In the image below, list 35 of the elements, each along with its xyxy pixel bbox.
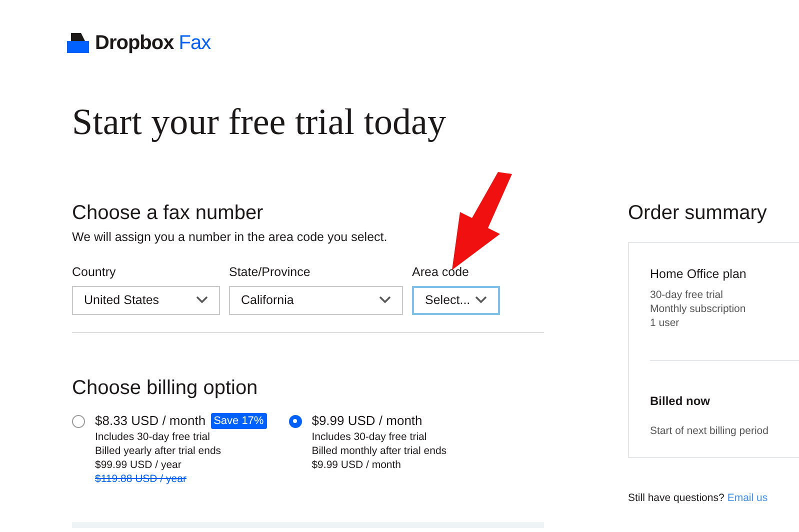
option-detail: Billed yearly after trial ends — [95, 444, 222, 458]
option-price: $9.99 USD / month — [312, 412, 422, 430]
page-title: Start your free trial today — [71, 101, 447, 145]
save-badge: Save 17% — [210, 412, 267, 429]
option-detail: Billed monthly after trial ends — [312, 444, 447, 458]
field-label: State/Province — [229, 264, 312, 279]
help-text: Still have questions? — [628, 491, 724, 506]
chevron-down-icon — [475, 296, 487, 304]
select-field[interactable]: California — [229, 286, 403, 315]
billed-now-label: Billed now — [650, 392, 711, 410]
option-detail: Includes 30-day free trial — [312, 430, 428, 444]
field-label: Country — [72, 264, 117, 279]
logo-text: Dropbox Fax — [95, 31, 211, 56]
field-label: Area code — [412, 264, 470, 279]
chevron-down-icon — [379, 296, 391, 304]
option-price: $8.33 USD / month — [95, 412, 206, 430]
plan-detail: 30-day free trial — [650, 288, 724, 302]
option-detail: Includes 30-day free trial — [95, 430, 211, 444]
radio-button[interactable] — [288, 414, 302, 428]
old-price: $119.88 USD / year — [95, 472, 188, 486]
plan-detail: Monthly subscription — [650, 302, 747, 316]
section-subtitle: We will assign you a number in the area code you select. — [72, 229, 388, 246]
section-heading: Choose billing option — [72, 376, 259, 400]
select-field[interactable]: Select... — [412, 286, 500, 315]
chevron-down-icon — [196, 296, 208, 304]
option-detail: $9.99 USD / month — [312, 458, 402, 472]
plan-detail: 1 user — [650, 316, 680, 330]
select-field[interactable]: United States — [72, 286, 220, 315]
logo-icon — [67, 33, 89, 53]
billed-note: Start of next billing period — [650, 424, 770, 439]
option-detail: $99.99 USD / year — [95, 458, 182, 472]
section-heading: Choose a fax number — [72, 201, 264, 225]
order-summary-heading: Order summary — [628, 201, 768, 225]
radio-button[interactable] — [72, 414, 85, 428]
plan-name: Home Office plan — [650, 266, 748, 283]
